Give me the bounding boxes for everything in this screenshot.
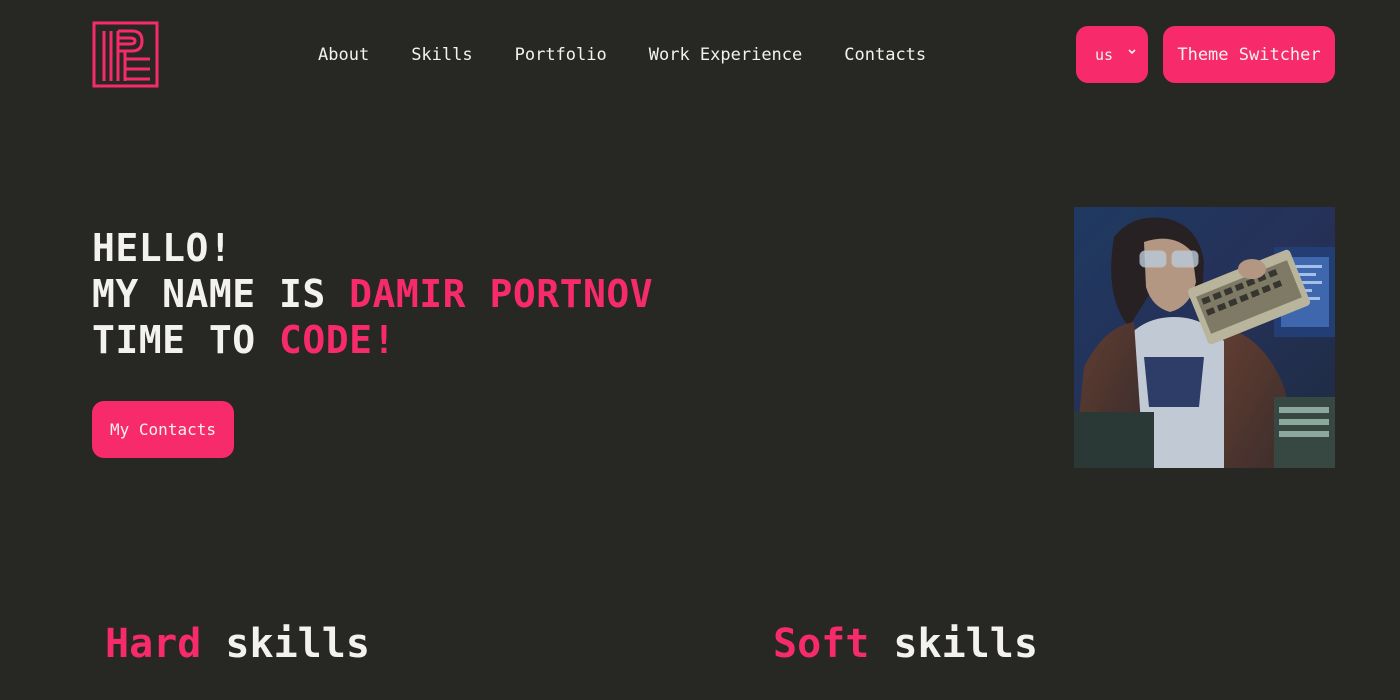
nav-link-about[interactable]: About (318, 43, 369, 67)
hero-tagline-highlight: CODE! (279, 318, 396, 362)
hero-line-tagline: TIME TO CODE! (92, 317, 653, 363)
hard-skills-heading: Hard skills (105, 620, 370, 668)
hero-name-prefix: MY NAME IS (92, 272, 350, 316)
hero-heading: HELLO! MY NAME IS DAMIR PORTNOV TIME TO … (92, 225, 653, 363)
hard-skills-rest: skills (201, 621, 370, 667)
my-contacts-button[interactable]: My Contacts (92, 401, 234, 458)
hero-tagline-prefix: TIME TO (92, 318, 280, 362)
nav-link-contacts[interactable]: Contacts (844, 43, 926, 67)
soft-skills-rest: skills (869, 621, 1038, 667)
nav-link-portfolio[interactable]: Portfolio (515, 43, 607, 67)
nav-link-skills[interactable]: Skills (411, 43, 472, 67)
hero-name: DAMIR PORTNOV (349, 272, 654, 316)
nav-link-work-experience[interactable]: Work Experience (649, 43, 803, 67)
soft-skills-heading: Soft skills (773, 620, 1038, 668)
chevron-down-icon (1128, 49, 1136, 55)
hard-skills-accent: Hard (105, 621, 202, 667)
language-select[interactable]: us (1076, 26, 1148, 83)
theme-switcher-button[interactable]: Theme Switcher (1163, 26, 1335, 83)
logo-dp-icon[interactable] (92, 21, 159, 88)
profile-photo (1074, 207, 1335, 468)
hero-line-greeting: HELLO! (92, 226, 233, 270)
soft-skills-accent: Soft (773, 621, 870, 667)
hero-line-name: MY NAME IS DAMIR PORTNOV (92, 271, 653, 317)
main-nav: About Skills Portfolio Work Experience C… (318, 43, 926, 67)
language-select-value: us (1095, 45, 1114, 64)
page: About Skills Portfolio Work Experience C… (0, 0, 1400, 700)
